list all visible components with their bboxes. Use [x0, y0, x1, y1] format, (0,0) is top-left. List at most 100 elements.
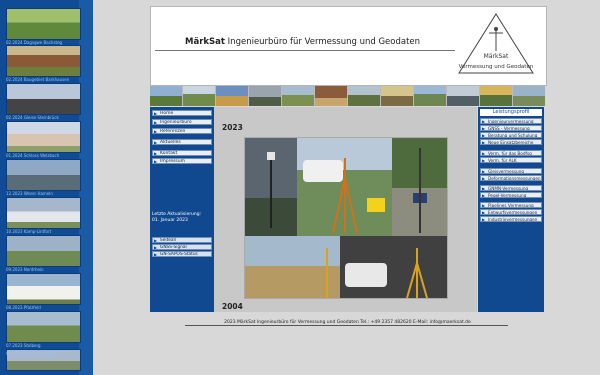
- service-item[interactable]: ▶ Entwurfsvermessungen: [480, 209, 542, 215]
- service-label: Neue Einsatzbereiche: [488, 140, 534, 145]
- services-title: Leistungsprofil: [480, 109, 542, 116]
- strip-scrollbar[interactable]: [79, 0, 93, 375]
- service-item[interactable]: ▶ GNSS - Vermessung: [480, 125, 542, 131]
- arrow-right-icon: ▶: [482, 133, 486, 138]
- arrow-right-icon: ▶: [482, 203, 486, 208]
- thumbnail-image[interactable]: [6, 273, 81, 305]
- thumbnail-caption: 02.2024 Baugebiet Barkhausen: [6, 77, 70, 82]
- last-update-date: 01. Januar 2023: [152, 218, 188, 223]
- band-photo: [216, 86, 249, 106]
- service-label: GNSS - Vermessung: [488, 126, 530, 131]
- brand-tagline: Ingenieurbüro für Vermessung und Geodate…: [227, 37, 421, 47]
- band-photo: [315, 86, 348, 106]
- thumbnail-strip: 02.2024 Dagsgwe Bachsteg 02.2024 Baugebi…: [0, 0, 93, 375]
- thumbnail-image[interactable]: [6, 45, 81, 77]
- nav-item-label: Home: [160, 111, 174, 116]
- service-item[interactable]: ▶ Pegel-Vermessung: [480, 192, 542, 198]
- band-photo: [249, 86, 282, 106]
- service-label: Beratung und Schulung: [488, 133, 538, 138]
- arrow-right-icon: ▶: [154, 238, 158, 243]
- arrow-right-icon: ▶: [482, 169, 486, 174]
- service-item[interactable]: ▶ Ingenieurvermessung: [480, 118, 542, 124]
- thumbnail-caption: 07.2023 Stolberg: [6, 343, 41, 348]
- band-photo: [447, 86, 480, 106]
- logo-title: MärkSat: [483, 53, 509, 60]
- arrow-right-icon: ▶: [482, 158, 486, 163]
- band-photo: [414, 86, 447, 106]
- service-label: Ingenieurvermessung: [488, 119, 534, 124]
- service-label: Pegel-Vermessung: [488, 193, 527, 198]
- thumbnail-image[interactable]: [6, 235, 81, 267]
- arrow-right-icon: ▶: [154, 120, 158, 125]
- thumbnail-image[interactable]: [6, 121, 81, 153]
- service-item[interactable]: ▶ GNMN-Vermessung: [480, 185, 542, 191]
- thumbnail-image[interactable]: [6, 197, 81, 229]
- arrow-right-icon: ▶: [154, 245, 158, 250]
- arrow-right-icon: ▶: [154, 151, 158, 156]
- brand-name: MärkSat: [185, 37, 225, 47]
- thumbnail-caption: 10.2023 Kamp-Lintfort: [6, 229, 52, 234]
- thumbnail-image[interactable]: [6, 8, 81, 40]
- band-photo: [348, 86, 381, 106]
- service-label: Industrievermessungen: [488, 217, 538, 222]
- service-item[interactable]: ▶ Pipelines Vermessung: [480, 202, 542, 208]
- year-heading-bottom: 2004: [222, 302, 243, 311]
- main-navigation: ▶ Home ▶ Ingenieurbüro ▶ Referenzen ▶ Aktuel…: [150, 107, 214, 312]
- nav-item-kontakt[interactable]: ▶ Kontakt: [152, 150, 212, 156]
- thumbnail-image[interactable]: [6, 311, 81, 343]
- nav-item-impressum[interactable]: ▶ Impressum: [152, 158, 212, 164]
- service-item[interactable]: ▶ Gleisvermessung: [480, 168, 542, 174]
- band-photo: [183, 86, 216, 106]
- service-item[interactable]: ▶ Deformationsmessungen: [480, 175, 542, 181]
- arrow-right-icon: ▶: [482, 126, 486, 131]
- band-photo: [513, 86, 545, 106]
- service-item[interactable]: ▶ Verm. für das Bodfsg: [480, 150, 542, 156]
- service-label: Verm. für das Bodfsg: [488, 151, 532, 156]
- nav-item-aktuelles[interactable]: ▶ Aktuelles: [152, 139, 212, 145]
- nav-link-label: GN-SAPOS-Status: [160, 252, 198, 257]
- service-label: Verm. für ALK: [488, 158, 517, 163]
- service-item[interactable]: ▶ Beratung und Schulung: [480, 132, 542, 138]
- band-photo: [282, 86, 315, 106]
- last-update-block: Letzte Aktualisierung: 01. Januar 2023: [152, 212, 212, 224]
- year-heading-top: 2023: [222, 123, 243, 132]
- arrow-right-icon: ▶: [154, 252, 158, 257]
- thumbnail-image[interactable]: [6, 83, 81, 115]
- nav-item-label: Aktuelles: [160, 140, 181, 145]
- service-label: GNMN-Vermessung: [488, 186, 529, 191]
- nav-item-label: Ingenieurbüro: [160, 120, 192, 125]
- band-photo: [150, 86, 183, 106]
- thumbnail-caption: 08.2023 Pfalzfeld: [6, 305, 41, 310]
- arrow-right-icon: ▶: [482, 210, 486, 215]
- nav-link-gnss-signal[interactable]: ▶ GNSS-Signal: [152, 244, 212, 250]
- arrow-right-icon: ▶: [482, 186, 486, 191]
- main-content: 2023 2004: [214, 107, 477, 312]
- service-label: Deformationsmessungen: [488, 176, 541, 181]
- service-label: Entwurfsvermessungen: [488, 210, 538, 215]
- service-item[interactable]: ▶ Verm. für ALK: [480, 157, 542, 163]
- service-item[interactable]: ▶ Industrievermessungen: [480, 216, 542, 222]
- brand-line: MärkSat Ingenieurbüro für Vermessung und…: [185, 37, 420, 47]
- thumbnail-caption: 02.2024 Gleise Steinbrück: [6, 115, 59, 120]
- nav-link-label: GNSS-Signal: [160, 245, 187, 250]
- logo-subtitle: Vermessung und Geodaten: [458, 64, 534, 70]
- thumbnail-image[interactable]: [6, 159, 81, 191]
- nav-item-referenzen[interactable]: ▶ Referenzen: [152, 128, 212, 134]
- service-label: Pipelines Vermessung: [488, 203, 534, 208]
- nav-item-label: Referenzen: [160, 129, 186, 134]
- thumbnail-caption: 01.2024 Schloss Welzbach: [6, 153, 60, 158]
- nav-item-ingenieurbuero[interactable]: ▶ Ingenieurbüro: [152, 119, 212, 125]
- collage-photos: [245, 138, 447, 299]
- arrow-right-icon: ▶: [482, 119, 486, 124]
- arrow-right-icon: ▶: [482, 176, 486, 181]
- thumbnail-caption: 06.2023 Rhein bei Worms: [6, 351, 58, 356]
- nav-link-label: Seiteall: [160, 238, 176, 243]
- nav-link-seiteall[interactable]: ▶ Seiteall: [152, 237, 212, 243]
- services-panel: Leistungsprofil ▶ Ingenieurvermessung ▶ GN…: [478, 107, 544, 312]
- nav-item-home[interactable]: ▶ Home: [152, 110, 212, 116]
- nav-link-sapos-status[interactable]: ▶ GN-SAPOS-Status: [152, 251, 212, 257]
- photo-collage: [244, 137, 448, 299]
- site-header: MärkSat Ingenieurbüro für Vermessung und…: [150, 6, 547, 86]
- nav-item-label: Kontakt: [160, 151, 178, 156]
- service-item[interactable]: ▶ Neue Einsatzbereiche: [480, 139, 542, 145]
